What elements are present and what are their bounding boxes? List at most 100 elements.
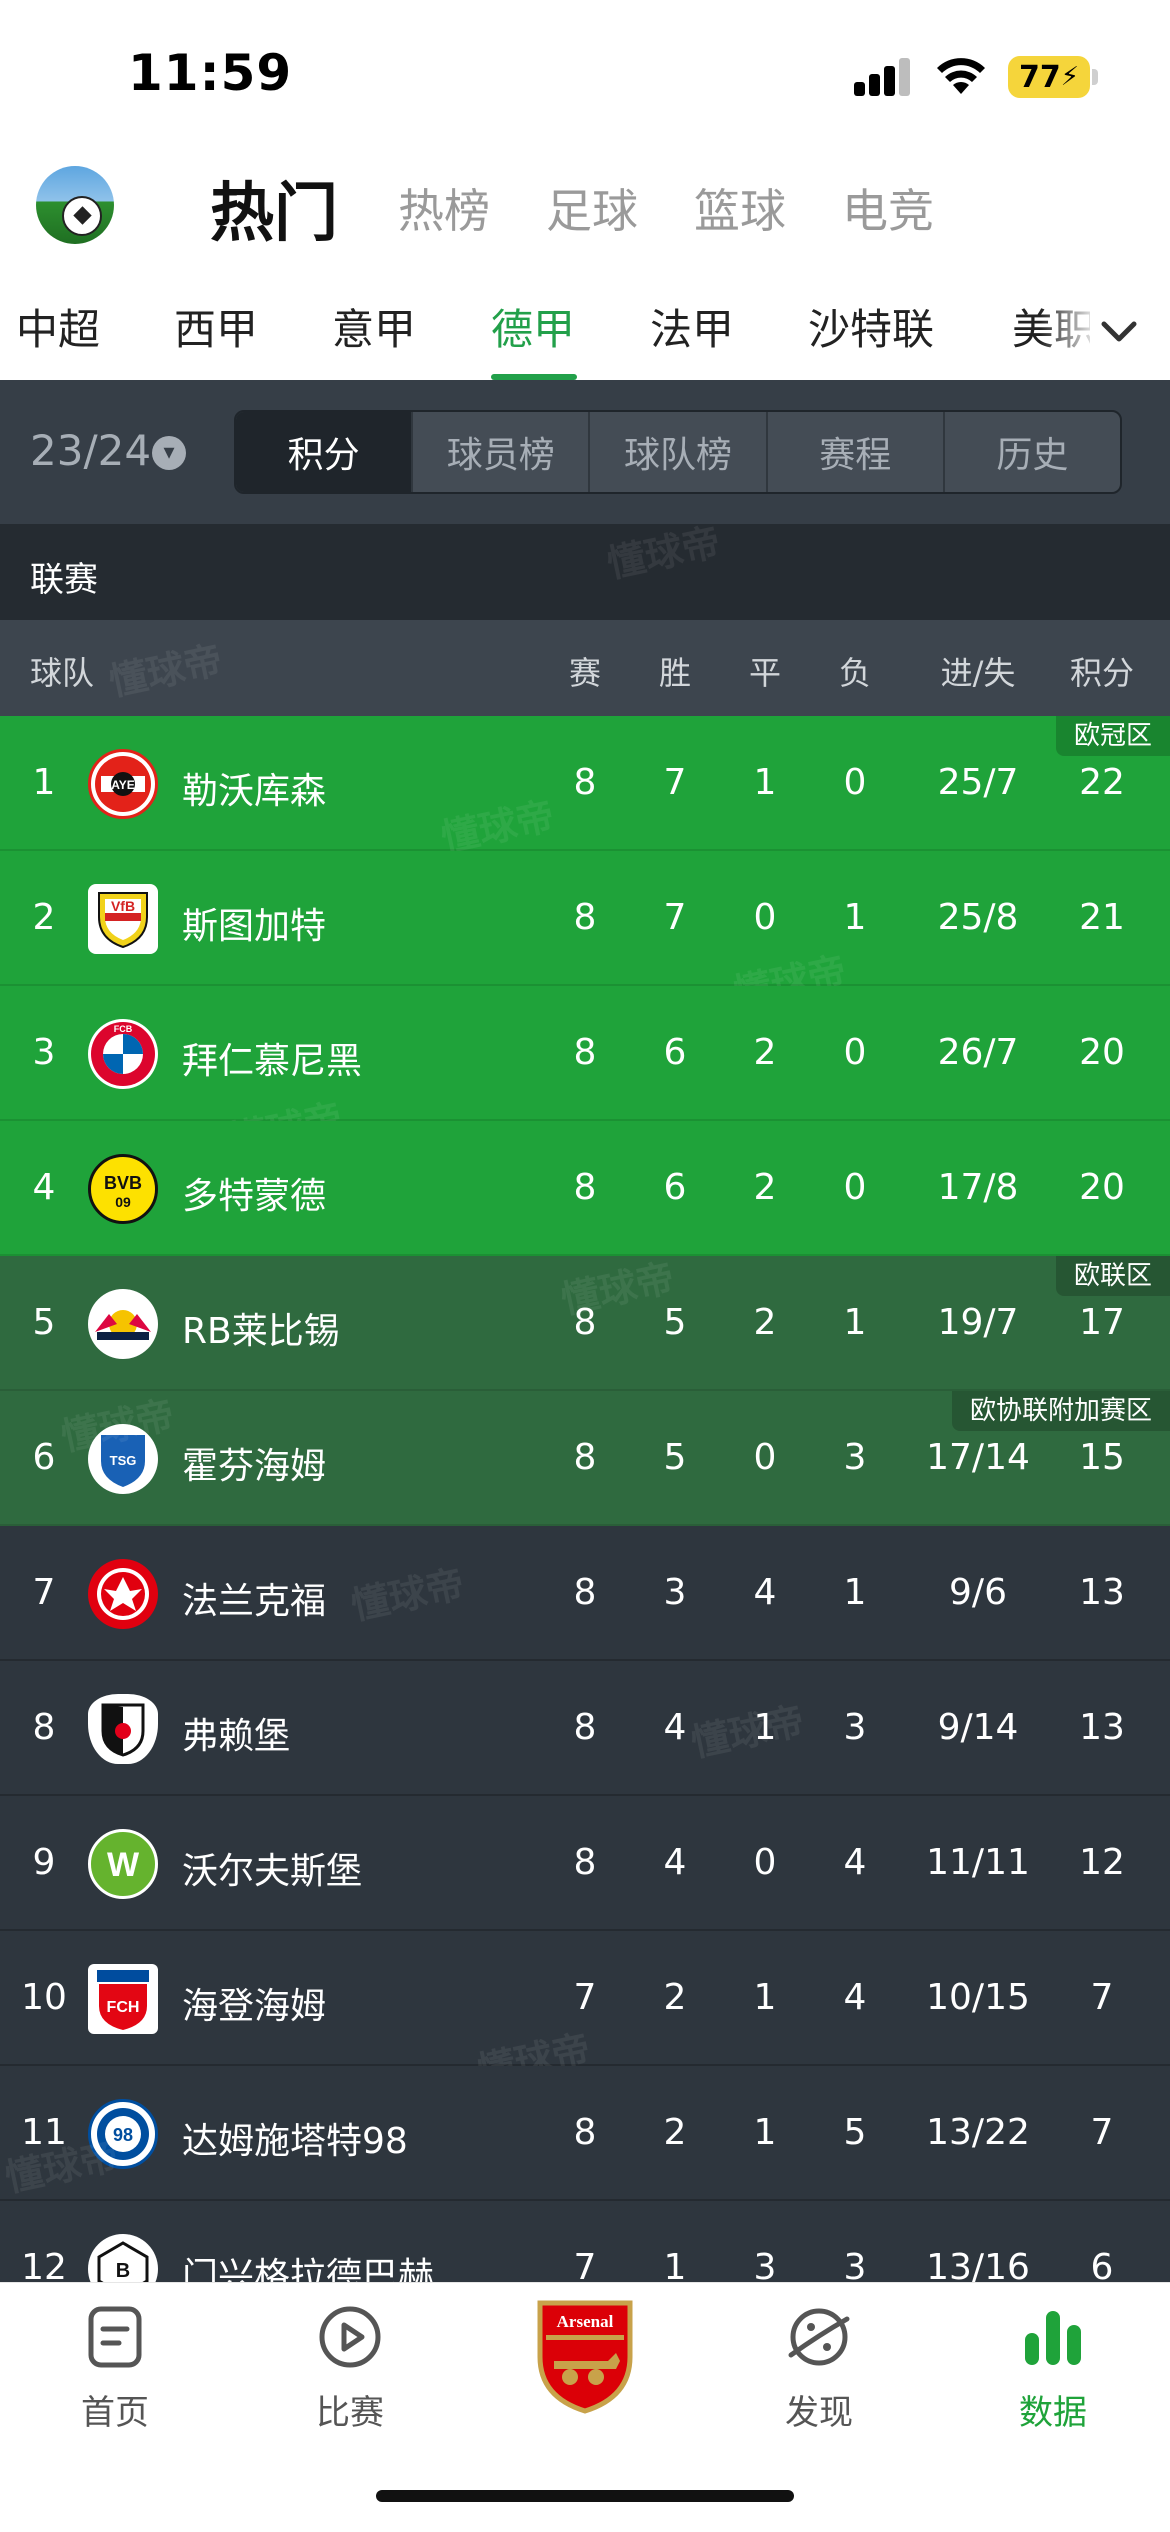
- team-name: 多特蒙德: [182, 1176, 327, 1217]
- team-name: 弗赖堡: [182, 1716, 291, 1757]
- league-tab-saudi[interactable]: 沙特联: [808, 296, 934, 357]
- tab-trending[interactable]: 热榜: [398, 175, 490, 241]
- drawn: 0: [753, 897, 777, 938]
- season-label[interactable]: 23/24: [30, 426, 151, 475]
- goals: 11/11: [926, 1842, 1030, 1883]
- header-drawn: 平: [748, 654, 781, 692]
- table-row[interactable]: 2 VfB 斯图加特 8 7 0 1 25/8 21 懂球帝: [0, 851, 1170, 1015]
- table-row[interactable]: 3 FCB 拜仁慕尼黑 8 6 2 0 26/7 20 懂球帝: [0, 986, 1170, 1162]
- cellular-signal-icon: [854, 58, 914, 96]
- won: 4: [663, 1707, 687, 1748]
- season-row: 23/24 ▾ 积分 球员榜 球队榜 赛程 历史: [0, 380, 1170, 524]
- play-circle-icon: [319, 2306, 381, 2368]
- table-row[interactable]: 欧冠区 1 BAYER 勒沃库森 8 7 1 0 25/7 22 懂球帝: [0, 716, 1170, 860]
- league-tab-csl[interactable]: 中超: [16, 296, 100, 357]
- team-name: 霍芬海姆: [182, 1446, 327, 1487]
- darmstadt-crest-icon: 98: [88, 2099, 158, 2169]
- season-chevron-down-icon[interactable]: ▾: [152, 436, 186, 470]
- points: 22: [1079, 762, 1125, 803]
- tab-esports[interactable]: 电竞: [842, 175, 934, 241]
- segment-history[interactable]: 历史: [945, 412, 1120, 492]
- won: 5: [663, 1302, 687, 1343]
- league-tab-laliga[interactable]: 西甲: [174, 296, 258, 357]
- nav-matches[interactable]: 比赛: [275, 2305, 425, 2434]
- table-row[interactable]: 欧联区 5 RB莱比锡 8 5 2 1 19/7 17 懂球帝: [0, 1256, 1170, 1391]
- played: 8: [573, 897, 597, 938]
- table-row[interactable]: 欧协联附加赛区 6 TSG 霍芬海姆 8 5 0 3 17/14 15 懂球帝: [0, 1391, 1170, 1526]
- planet-icon: [788, 2308, 850, 2366]
- segment-standings[interactable]: 积分: [236, 412, 414, 492]
- gladbach-crest-text: B: [116, 2260, 130, 2282]
- table-row[interactable]: 11 98 达姆施塔特98 8 2 1 5 13/22 7 懂球帝: [0, 2066, 1170, 2201]
- wolfsburg-crest-icon: W: [88, 1829, 158, 1899]
- table-row[interactable]: 8 弗赖堡 8 4 1 3 9/14 13 懂球帝: [0, 1661, 1170, 1796]
- charging-bolt-icon: ⚡: [1060, 62, 1079, 92]
- nav-home-label: 首页: [81, 2393, 149, 2433]
- points: 20: [1079, 1032, 1125, 1073]
- league-tab-bundesliga[interactable]: 德甲: [491, 296, 575, 357]
- lost: 3: [843, 1437, 867, 1478]
- drawn: 0: [753, 1842, 777, 1883]
- segment-schedule[interactable]: 赛程: [768, 412, 945, 492]
- played: 8: [573, 762, 597, 803]
- vfb-crest-icon: VfB: [88, 884, 158, 954]
- nav-team[interactable]: Arsenal: [510, 2297, 660, 2415]
- battery-tip: [1092, 69, 1098, 85]
- user-avatar[interactable]: [36, 166, 114, 244]
- drawn: 0: [753, 1437, 777, 1478]
- fch-crest-text: FCH: [107, 1999, 140, 2016]
- wolfsburg-crest-text: W: [107, 1846, 140, 1884]
- drawn: 2: [753, 1167, 777, 1208]
- rank: 9: [32, 1842, 56, 1883]
- rank: 7: [32, 1572, 56, 1613]
- bvb-crest-text: BVB: [104, 1173, 142, 1193]
- segment-team-stats[interactable]: 球队榜: [590, 412, 768, 492]
- table-header: 球队 赛 胜 平 负 进/失 积分 懂球帝: [0, 620, 1170, 716]
- darmstadt-crest-text: 98: [113, 2125, 133, 2145]
- tsg-crest-text: TSG: [110, 1453, 137, 1468]
- nav-data[interactable]: 数据: [978, 2305, 1128, 2434]
- won: 4: [663, 1842, 687, 1883]
- lost: 0: [843, 1032, 867, 1073]
- nav-discover[interactable]: 发现: [744, 2305, 894, 2434]
- svg-text:09: 09: [115, 1194, 131, 1210]
- nav-home[interactable]: 首页: [40, 2305, 190, 2434]
- nav-matches-label: 比赛: [316, 2393, 384, 2433]
- lost: 1: [843, 1572, 867, 1613]
- lost: 4: [843, 1842, 867, 1883]
- chevron-down-icon[interactable]: [1094, 306, 1144, 356]
- zone-tag-ucl: 欧冠区: [1055, 716, 1170, 756]
- segment-player-stats[interactable]: 球员榜: [413, 412, 591, 492]
- main-tabs: 热门 热榜 足球 篮球 电竞: [210, 168, 990, 251]
- arsenal-crest-icon: Arsenal: [537, 2300, 633, 2414]
- tab-basketball[interactable]: 篮球: [694, 175, 786, 241]
- table-row[interactable]: 9 W 沃尔夫斯堡 8 4 0 4 11/11 12: [0, 1796, 1170, 1931]
- rank: 10: [21, 1977, 67, 2018]
- rank: 4: [32, 1167, 56, 1208]
- league-tab-ligue1[interactable]: 法甲: [650, 296, 734, 357]
- fcb-crest-text: FCB: [114, 1024, 133, 1034]
- home-doc-icon: [88, 2306, 142, 2368]
- rank: 3: [32, 1032, 56, 1073]
- rank: 2: [32, 897, 56, 938]
- played: 7: [573, 1977, 597, 2018]
- table-row[interactable]: 4 BVB 09 多特蒙德 8 6 2 0 17/8 20: [0, 1121, 1170, 1256]
- battery-icon: 77 ⚡: [1008, 56, 1090, 98]
- bayer-crest-text: BAYER: [103, 778, 144, 792]
- bayer04-crest-icon: BAYER: [88, 749, 158, 819]
- tab-hot[interactable]: 热门: [210, 162, 338, 254]
- league-tab-seriea[interactable]: 意甲: [332, 296, 416, 357]
- watermark: 懂球帝: [105, 637, 227, 705]
- won: 2: [663, 2112, 687, 2153]
- goals: 25/8: [937, 897, 1019, 938]
- drawn: 2: [753, 1302, 777, 1343]
- lost: 3: [843, 1707, 867, 1748]
- table-row[interactable]: 10 FCH 海登海姆 7 2 1 4 10/15 7 懂球帝: [0, 1931, 1170, 2093]
- tab-football[interactable]: 足球: [546, 175, 638, 241]
- won: 6: [663, 1032, 687, 1073]
- table-row[interactable]: 7 法兰克福 8 3 4 1 9/6 13 懂球帝: [0, 1526, 1170, 1661]
- drawn: 1: [753, 1977, 777, 2018]
- team-name: 法兰克福: [182, 1581, 327, 1622]
- won: 3: [663, 1572, 687, 1613]
- team-name: RB莱比锡: [182, 1311, 340, 1352]
